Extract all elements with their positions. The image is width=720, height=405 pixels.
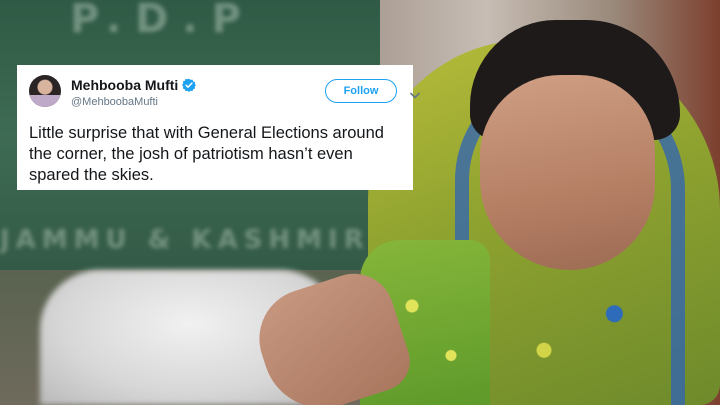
user-handle[interactable]: @MehboobaMufti <box>71 96 158 108</box>
tweet-text: Little surprise that with General Electi… <box>29 124 384 184</box>
background-banner-top-text: P.D.P <box>70 0 255 42</box>
tweet-card: Mehbooba Mufti @MehboobaMufti Follow Lit… <box>17 65 420 190</box>
background-banner-bottom-text: JAMMU & KASHMIR <box>0 225 370 255</box>
tweet-header: Mehbooba Mufti @MehboobaMufti Follow <box>29 75 420 115</box>
chevron-down-icon[interactable] <box>410 87 420 99</box>
avatar[interactable] <box>29 75 61 107</box>
name-line: Mehbooba Mufti <box>71 77 197 93</box>
verified-badge-icon <box>182 78 197 92</box>
avatar-scarf <box>29 95 61 107</box>
screenshot-scene: P.D.P JAMMU & KASHMIR Mehbooba Mufti @Me… <box>0 0 720 405</box>
person-face <box>480 75 655 270</box>
display-name[interactable]: Mehbooba Mufti <box>71 77 178 93</box>
follow-button[interactable]: Follow <box>325 79 397 103</box>
